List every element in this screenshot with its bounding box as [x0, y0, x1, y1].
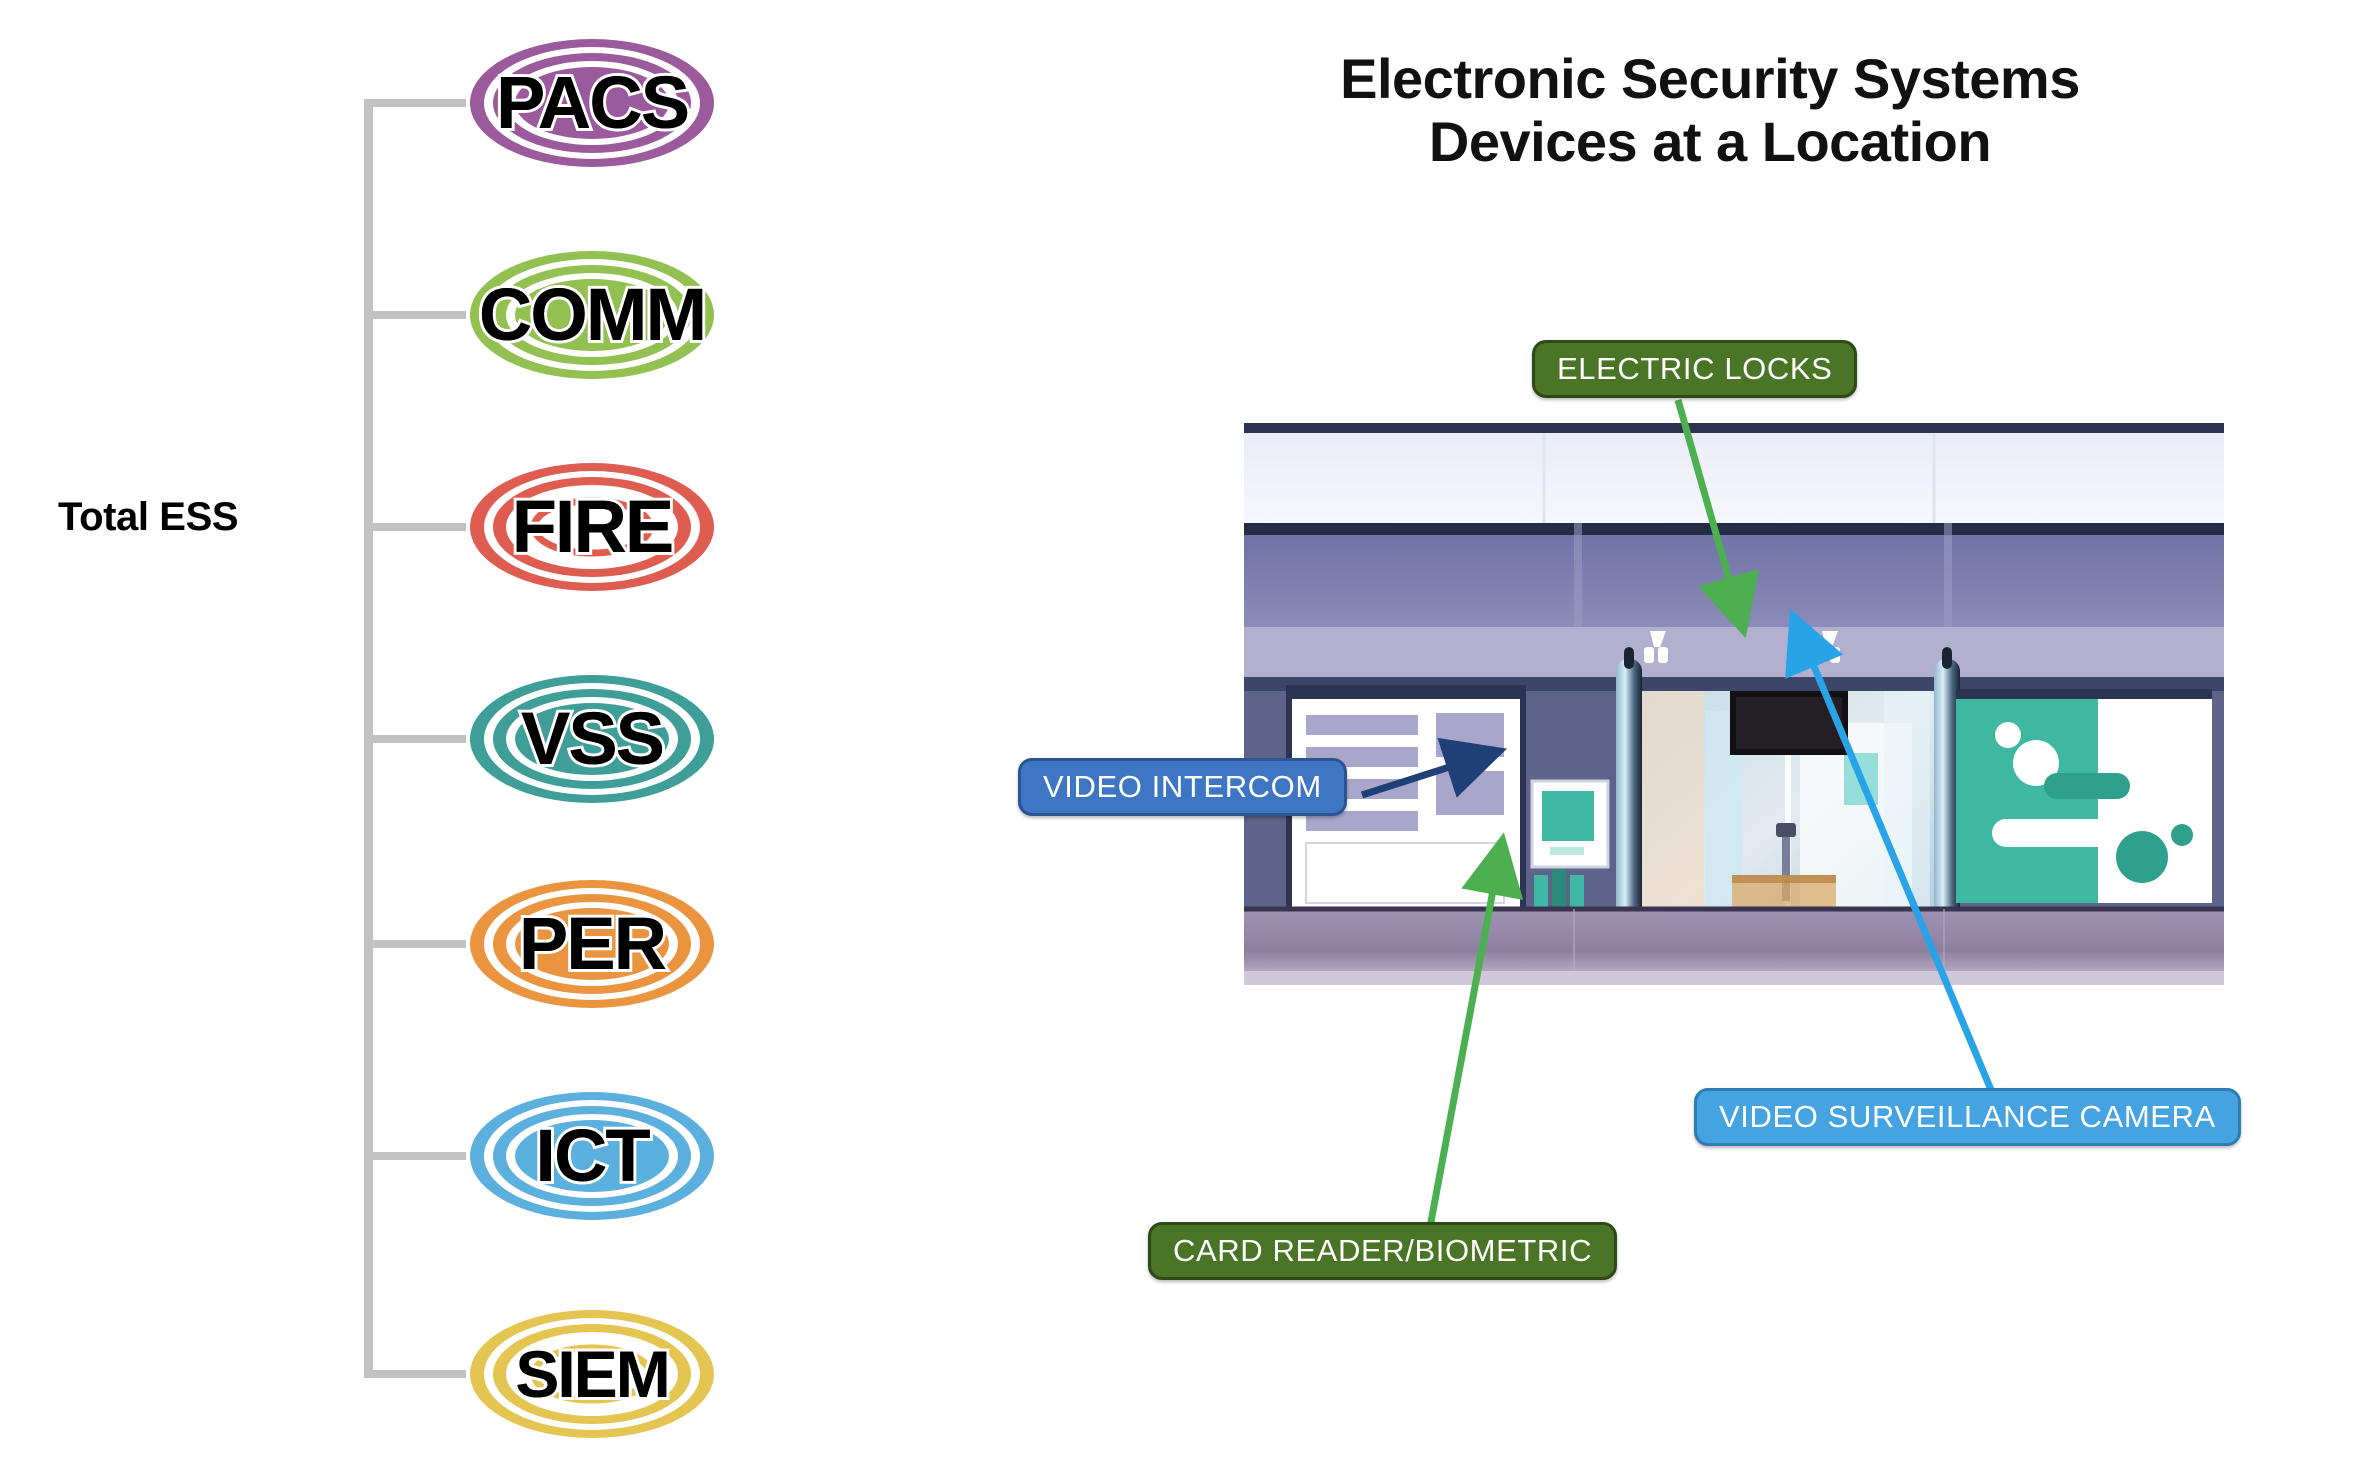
ess-taxonomy-tree: Total ESS PACS PACS COMM COMM FIRE FIRE …	[0, 0, 760, 1482]
taxonomy-connector-6	[364, 1370, 466, 1378]
taxonomy-node-comm[interactable]: COMM COMM	[468, 249, 716, 381]
vss-label: VSS	[520, 697, 665, 780]
taxonomy-node-siem[interactable]: SIEM SIEM	[468, 1308, 716, 1440]
per-label: PER	[518, 902, 667, 985]
callout-video-surveillance-camera-label: VIDEO SURVEILLANCE CAMERA	[1719, 1099, 2216, 1134]
total-ess-root-label: Total ESS	[58, 495, 239, 539]
taxonomy-connector-1	[364, 311, 466, 319]
taxonomy-node-vss[interactable]: VSS VSS	[468, 673, 716, 805]
ict-label: ICT	[535, 1114, 650, 1197]
comm-label: COMM	[478, 273, 707, 356]
callout-video-surveillance-camera[interactable]: VIDEO SURVEILLANCE CAMERA	[1694, 1088, 2241, 1146]
fire-label: FIRE	[511, 485, 675, 568]
page-title-line-2: Devices at a Location	[1428, 109, 1992, 173]
callout-electric-locks-label: ELECTRIC LOCKS	[1557, 351, 1833, 386]
lobby-security-illustration	[1244, 423, 2224, 985]
taxonomy-node-pacs[interactable]: PACS PACS	[468, 37, 716, 169]
taxonomy-connector-0	[364, 99, 466, 107]
taxonomy-connector-4	[364, 940, 466, 948]
pacs-label: PACS	[495, 61, 690, 144]
page-title: Electronic Security Systems Devices at a…	[1230, 47, 2190, 173]
taxonomy-node-per[interactable]: PER PER	[468, 878, 716, 1010]
video-intercom-device	[1530, 779, 1610, 869]
callout-card-reader-biometric[interactable]: CARD READER/BIOMETRIC	[1148, 1222, 1618, 1280]
decorative-wall-panel	[1956, 689, 2212, 903]
lobby-scene-svg	[1244, 423, 2224, 985]
callout-electric-locks[interactable]: ELECTRIC LOCKS	[1532, 340, 1858, 398]
taxonomy-connector-5	[364, 1152, 466, 1160]
taxonomy-connector-2	[364, 523, 466, 531]
siem-label: SIEM	[515, 1337, 670, 1411]
electric-lock-display	[1730, 691, 1848, 755]
infographic-canvas: Total ESS PACS PACS COMM COMM FIRE FIRE …	[0, 0, 2354, 1482]
callout-video-intercom[interactable]: VIDEO INTERCOM	[1018, 758, 1347, 816]
callout-card-reader-biometric-label: CARD READER/BIOMETRIC	[1173, 1233, 1593, 1268]
page-title-line-1: Electronic Security Systems	[1340, 47, 2080, 110]
taxonomy-node-ict[interactable]: ICT ICT	[468, 1090, 716, 1222]
taxonomy-node-fire[interactable]: FIRE FIRE	[468, 461, 716, 593]
taxonomy-connector-3	[364, 735, 466, 743]
callout-video-intercom-label: VIDEO INTERCOM	[1043, 769, 1322, 804]
turnstile-post-left	[1616, 647, 1642, 935]
